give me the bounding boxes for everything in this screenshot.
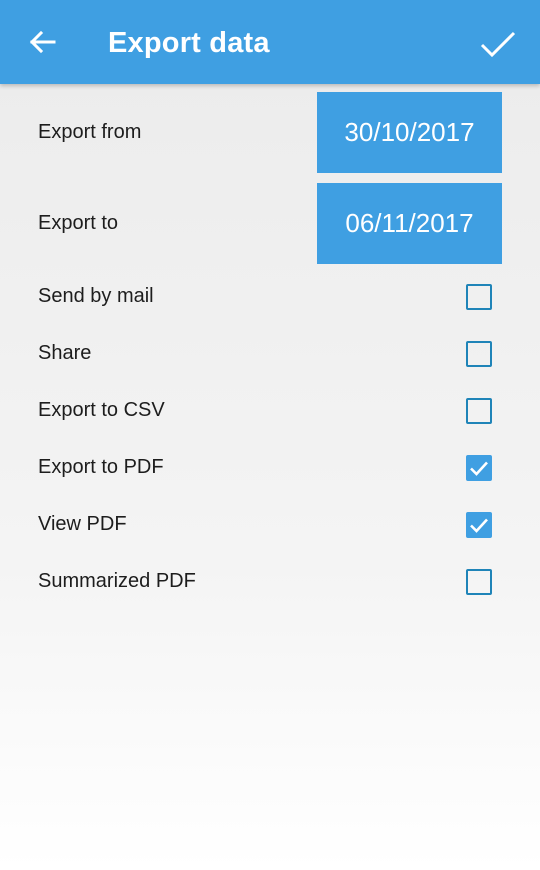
option-label-share: Share [38,342,92,364]
checkbox-send-by-mail[interactable] [466,284,492,310]
arrow-left-icon [29,30,56,54]
checkbox-share[interactable] [466,341,492,367]
checkmark-icon [470,518,488,533]
checkbox-summarized-pdf[interactable] [466,569,492,595]
page-title: Export data [108,27,270,59]
checkbox-view-pdf[interactable] [466,512,492,538]
option-label-view-pdf: View PDF [38,513,127,535]
export-to-label: Export to [38,212,119,234]
export-from-date-button[interactable]: 30/10/2017 [317,92,502,173]
option-label-export-to-csv: Export to CSV [38,399,165,421]
back-button[interactable] [22,22,62,62]
option-label-summarized-pdf: Summarized PDF [38,570,196,592]
checkbox-export-to-csv[interactable] [466,398,492,424]
checkmark-icon [470,461,488,476]
option-label-send-by-mail: Send by mail [38,285,154,307]
confirm-button[interactable] [474,20,522,68]
checkbox-export-to-pdf[interactable] [466,455,492,481]
app-bar: Export data [0,0,540,84]
option-label-export-to-pdf: Export to PDF [38,456,164,478]
export-to-date-button[interactable]: 06/11/2017 [317,183,502,264]
check-icon [480,31,516,58]
export-from-label: Export from [38,121,142,143]
